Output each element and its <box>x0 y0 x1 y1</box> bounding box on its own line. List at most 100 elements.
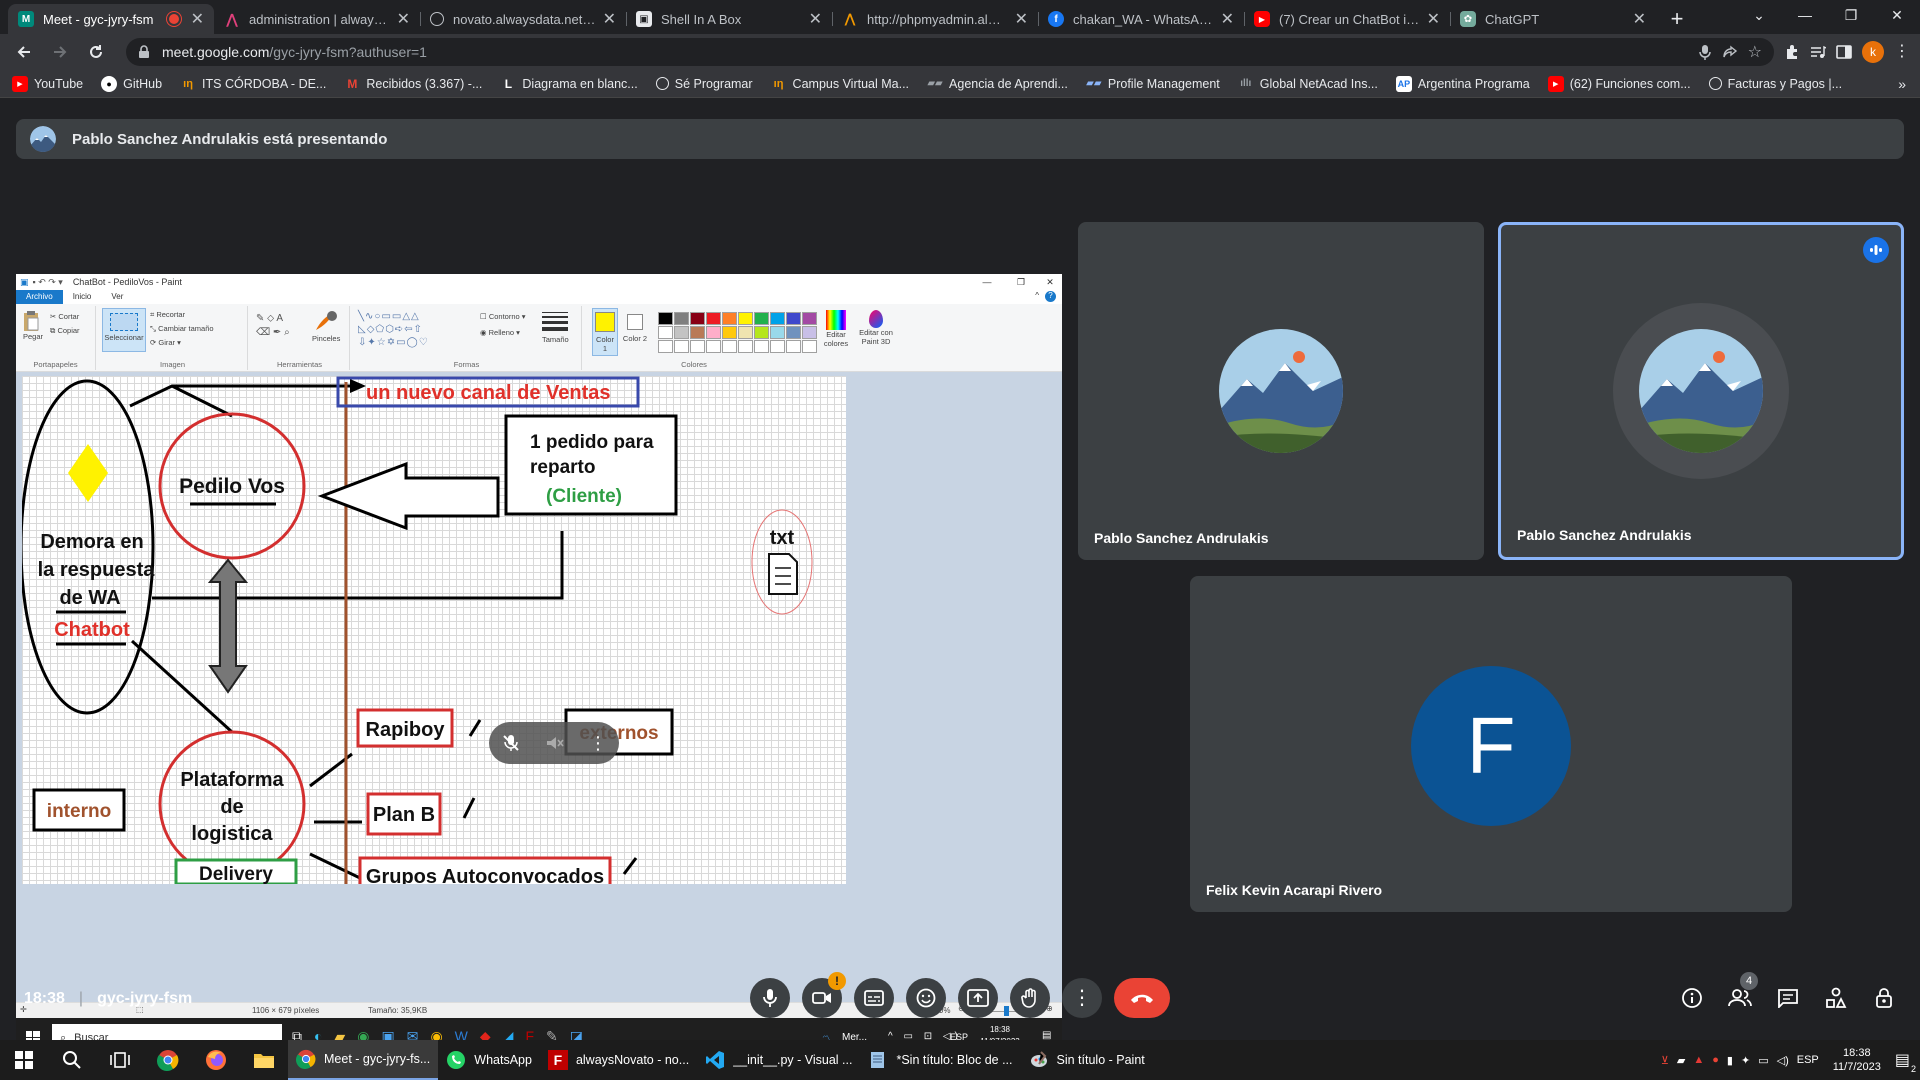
color-swatch[interactable] <box>658 312 673 325</box>
taskbar-app-meet[interactable]: Meet - gyc-jyry-fs... <box>288 1040 439 1080</box>
bookmark-argentina[interactable]: AP Argentina Programa <box>1395 75 1530 92</box>
share-icon[interactable] <box>1722 44 1738 60</box>
meeting-details-button[interactable] <box>1672 978 1712 1018</box>
language-indicator[interactable]: ESP <box>1797 1054 1819 1066</box>
camera-button[interactable]: ! <box>802 972 846 1018</box>
clock[interactable]: 18:38 11/7/2023 <box>1833 1046 1881 1074</box>
close-window-icon[interactable]: ✕ <box>1874 0 1920 30</box>
media-icon[interactable] <box>1810 44 1826 60</box>
participant-tile[interactable]: F Felix Kevin Acarapi Rivero <box>1190 576 1792 912</box>
menu-inicio[interactable]: Inicio <box>63 290 102 304</box>
chat-button[interactable] <box>1768 978 1808 1018</box>
color-swatch[interactable] <box>658 340 673 353</box>
color-swatch[interactable] <box>802 312 817 325</box>
bluetooth-tray-icon[interactable]: ✦ <box>1741 1054 1750 1067</box>
tab-alwaysdata-admin[interactable]: ⋀ administration | alwaysdata ✕ <box>214 4 420 34</box>
side-panel-icon[interactable] <box>1836 44 1852 60</box>
size-button[interactable]: Tamaño <box>542 308 569 344</box>
color-swatch[interactable] <box>754 340 769 353</box>
color-swatch[interactable] <box>738 312 753 325</box>
tab-shell[interactable]: ▣ Shell In A Box ✕ <box>626 4 832 34</box>
record-tray-icon[interactable]: ● <box>1712 1054 1719 1066</box>
color-swatch[interactable] <box>690 340 705 353</box>
notification-center-icon[interactable]: ▤ 2 <box>1895 1050 1916 1074</box>
bookmark-se-programar[interactable]: Sé Programar <box>655 77 753 91</box>
color-swatch[interactable] <box>802 326 817 339</box>
restore-icon[interactable]: ❐ <box>1828 0 1874 30</box>
new-tab-button[interactable]: + <box>1662 4 1692 34</box>
bookmark-profile[interactable]: ▰▰ Profile Management <box>1086 76 1220 92</box>
color-swatch[interactable] <box>786 326 801 339</box>
microphone-button[interactable] <box>750 978 790 1018</box>
forward-icon[interactable] <box>46 38 74 66</box>
color-swatch[interactable] <box>674 340 689 353</box>
explorer-pinned[interactable] <box>240 1040 288 1080</box>
network-icon[interactable]: ▭ <box>1758 1054 1768 1067</box>
tab-meet[interactable]: M Meet - gyc-jyry-fsm ✕ <box>8 4 214 34</box>
tab-youtube-chatbot[interactable]: ▶ (7) Crear un ChatBot intelig ✕ <box>1244 4 1450 34</box>
bookmark-campus[interactable]: ıη Campus Virtual Ma... <box>771 76 909 92</box>
tab-novato[interactable]: novato.alwaysdata.net/wel ✕ <box>420 4 626 34</box>
edit-colors-button[interactable]: Editar colores <box>820 310 852 348</box>
close-tab-icon[interactable]: ✕ <box>1427 9 1440 29</box>
participant-tile[interactable]: Pablo Sanchez Andrulakis <box>1078 222 1484 560</box>
profile-avatar[interactable]: k <box>1862 41 1884 63</box>
color2-button[interactable]: Color 2 <box>622 310 648 343</box>
microphone-tray-icon[interactable]: ▮ <box>1727 1054 1733 1067</box>
paint-canvas[interactable]: un nuevo canal de Ventas Demora en la re… <box>22 376 846 884</box>
color-swatch[interactable] <box>674 326 689 339</box>
close-tab-icon[interactable]: ✕ <box>1015 9 1028 29</box>
color-swatch[interactable] <box>674 312 689 325</box>
raise-hand-button[interactable] <box>1010 978 1050 1018</box>
host-controls-button[interactable] <box>1864 978 1904 1018</box>
people-button[interactable]: 4 <box>1720 972 1760 1018</box>
microphone-icon[interactable] <box>1698 44 1712 60</box>
minimize-icon[interactable]: — <box>1782 0 1828 30</box>
taskbar-app-notepad[interactable]: *Sin título: Bloc de ... <box>860 1040 1020 1080</box>
paint-restore-icon[interactable]: ❐ <box>1004 277 1038 288</box>
paste-button[interactable]: Pegar <box>22 310 44 341</box>
firefox-pinned[interactable] <box>192 1040 240 1080</box>
rotate-button[interactable]: ⟳ Girar ▾ <box>150 338 181 347</box>
color-swatch[interactable] <box>802 340 817 353</box>
fill-button[interactable]: ◉ Relleno ▾ <box>480 328 520 337</box>
color-swatch[interactable] <box>786 312 801 325</box>
tools-icons[interactable]: ✎ ⬦ A ⌫ ✒ ⌕ <box>256 312 290 340</box>
reload-icon[interactable] <box>82 38 110 66</box>
more-options-icon[interactable]: ⋮ <box>589 733 607 754</box>
activities-button[interactable] <box>1816 978 1856 1018</box>
search-button[interactable] <box>48 1040 96 1080</box>
color-swatch[interactable] <box>706 312 721 325</box>
close-tab-icon[interactable]: ✕ <box>191 9 204 29</box>
reactions-button[interactable] <box>906 978 946 1018</box>
color-swatch[interactable] <box>754 326 769 339</box>
color-palette[interactable] <box>658 312 818 353</box>
tab-phpmyadmin[interactable]: ⋀ http://phpmyadmin.always ✕ <box>832 4 1038 34</box>
tab-chatgpt[interactable]: ✿ ChatGPT ✕ <box>1450 4 1656 34</box>
chrome-pinned[interactable] <box>144 1040 192 1080</box>
help-icon[interactable]: ? <box>1045 291 1056 302</box>
meet-tray-icon[interactable]: ▰ <box>1677 1054 1685 1067</box>
bookmark-youtube[interactable]: ▶ YouTube <box>12 75 83 92</box>
more-options-button[interactable]: ⋮ <box>1062 978 1102 1018</box>
extensions-icon[interactable] <box>1784 44 1800 60</box>
menu-archivo[interactable]: Archivo <box>16 290 63 304</box>
color-swatch[interactable] <box>690 312 705 325</box>
color1-button[interactable]: Color 1 <box>592 308 618 356</box>
mute-presentation-icon[interactable] <box>501 733 521 753</box>
antivirus-icon[interactable]: ⊻ <box>1661 1054 1669 1067</box>
paint-minimize-icon[interactable]: — <box>970 277 1004 287</box>
color-swatch[interactable] <box>738 340 753 353</box>
audio-off-icon[interactable] <box>545 733 565 753</box>
participant-tile-speaking[interactable]: Pablo Sanchez Andrulakis <box>1498 222 1904 560</box>
crop-button[interactable]: ⌗ Recortar <box>150 310 185 320</box>
resize-button[interactable]: ⤡ Cambiar tamaño <box>150 324 214 334</box>
task-view-button[interactable] <box>96 1040 144 1080</box>
color-swatch[interactable] <box>722 326 737 339</box>
bookmark-agencia[interactable]: ▰▰ Agencia de Aprendi... <box>927 76 1068 92</box>
select-button[interactable]: Seleccionar <box>102 308 146 352</box>
menu-icon[interactable]: ⋮ <box>1894 44 1910 60</box>
filezilla-tray-icon[interactable]: ▲ <box>1693 1054 1704 1066</box>
close-tab-icon[interactable]: ✕ <box>397 9 410 29</box>
bookmark-facturas[interactable]: Facturas y Pagos |... <box>1708 77 1842 91</box>
